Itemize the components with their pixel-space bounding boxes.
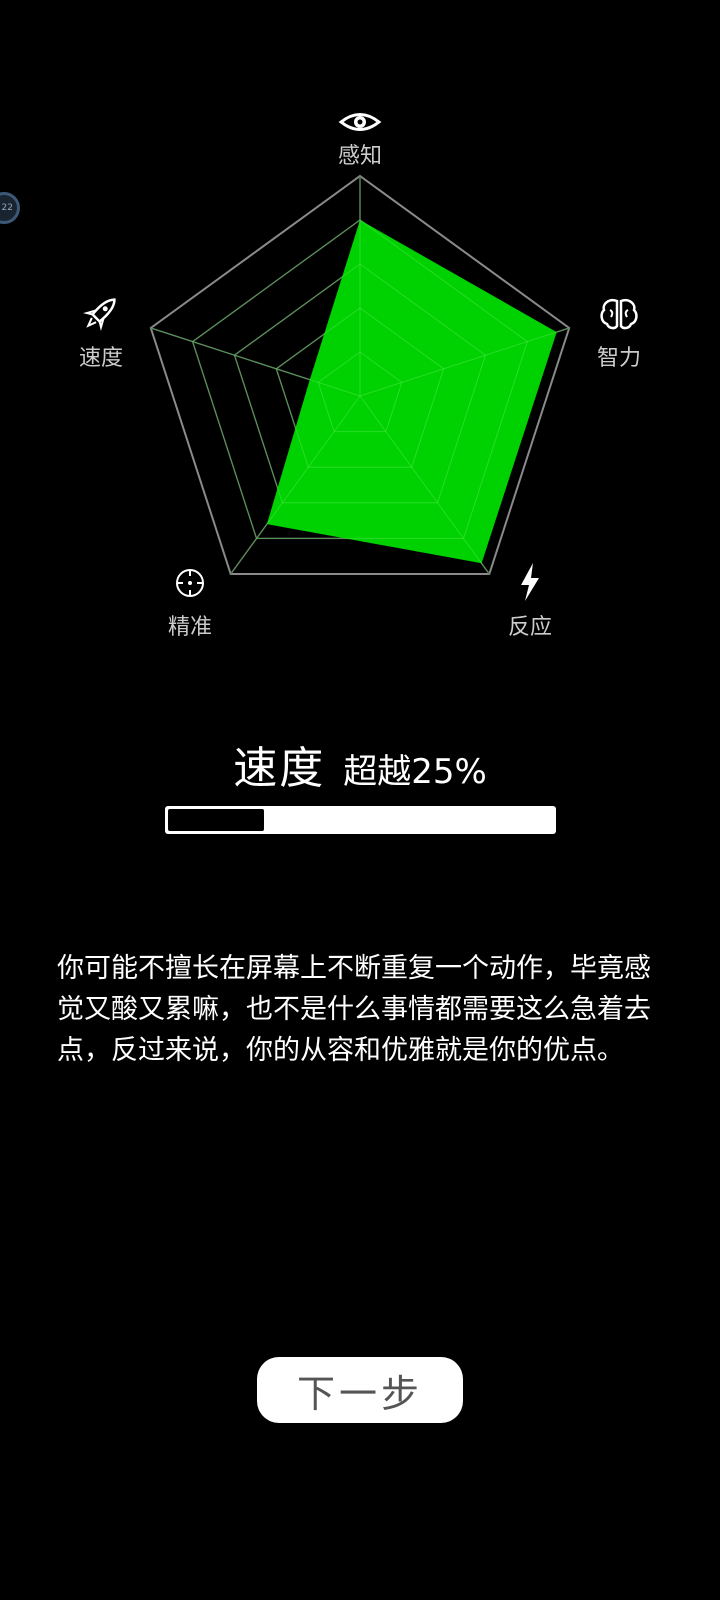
brain-icon [600,299,638,330]
axis-reaction: 反应 [508,563,552,640]
next-step-button[interactable]: 下一步 [257,1357,463,1423]
axis-intelligence: 智力 [597,299,641,371]
axis-precision: 精准 [168,569,212,640]
axis-label-precision: 精准 [168,615,212,640]
progress-bar [165,806,556,834]
floating-badge-text: 22 [1,203,13,213]
radar-chart: 感知 智力 反应 精准 速度 [79,113,641,640]
result-summary: 速度 超越25% [0,732,720,796]
axis-label-speed: 速度 [79,346,123,371]
eye-icon [338,113,382,131]
crosshair-icon [176,569,204,597]
rocket-icon [82,298,116,332]
progress-fill [168,809,264,831]
result-stat-name: 速度 [233,743,326,794]
lightning-icon [521,563,539,601]
radar-value-area [266,220,557,564]
axis-label-perception: 感知 [338,144,382,169]
axis-label-reaction: 反应 [508,615,552,640]
axis-perception: 感知 [338,113,382,169]
result-percent: 超越25% [343,752,487,792]
axis-speed: 速度 [79,298,123,371]
axis-label-intelligence: 智力 [597,346,641,371]
result-description: 你可能不擅长在屏幕上不断重复一个动作，毕竟感觉又酸又累嘛，也不是什么事情都需要这… [57,953,651,1066]
